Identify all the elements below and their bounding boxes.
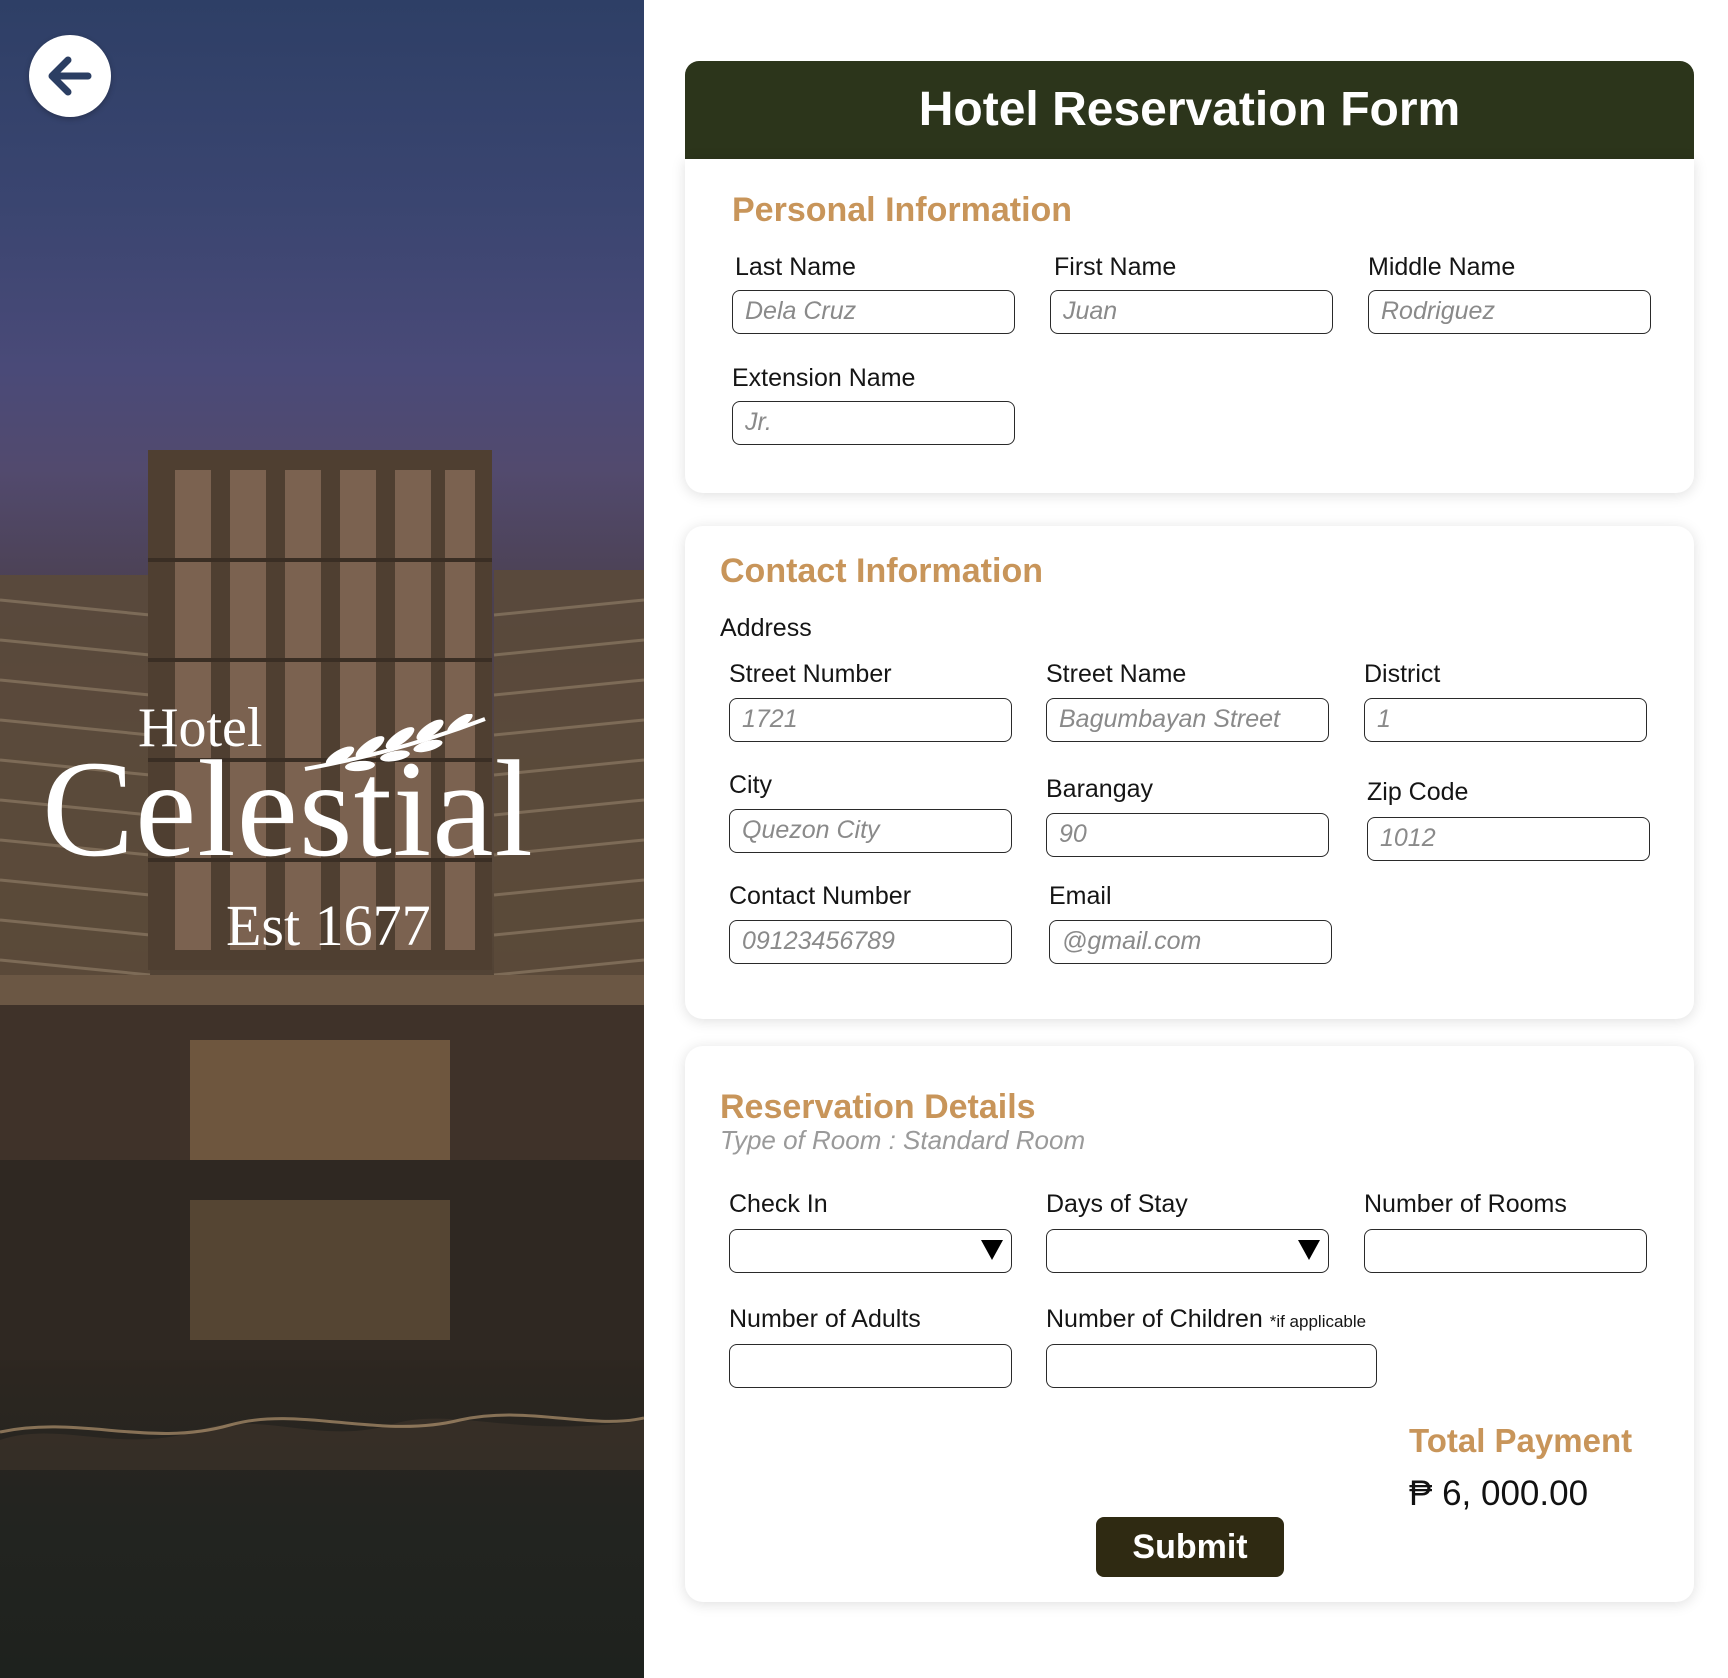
email-field[interactable]: @gmail.com xyxy=(1049,920,1332,964)
street-name-label: Street Name xyxy=(1046,660,1187,688)
first-name-field[interactable]: Juan xyxy=(1050,290,1333,334)
city-label: City xyxy=(729,771,773,799)
street-number-field[interactable]: 1721 xyxy=(729,698,1012,742)
middle-name-field[interactable]: Rodriguez xyxy=(1368,290,1651,334)
caret-down-icon xyxy=(981,1240,1003,1260)
total-payment-amount: ₱ 6, 000.00 xyxy=(1409,1474,1589,1513)
contact-information-title: Contact Information xyxy=(720,552,1043,590)
extension-name-field[interactable]: Jr. xyxy=(732,401,1015,445)
check-in-select[interactable] xyxy=(729,1229,1012,1273)
personal-information-title: Personal Information xyxy=(732,191,1073,229)
last-name-field[interactable]: Dela Cruz xyxy=(732,290,1015,334)
zip-code-label: Zip Code xyxy=(1367,778,1469,806)
hotel-hero-image: Hotel Celestial Est 1677 xyxy=(0,0,644,1678)
contact-number-label: Contact Number xyxy=(729,882,912,910)
extension-name-label: Extension Name xyxy=(732,364,916,392)
form-title: Hotel Reservation Form xyxy=(685,61,1694,159)
arrow-left-icon xyxy=(48,56,92,96)
middle-name-label: Middle Name xyxy=(1368,253,1516,281)
barangay-label: Barangay xyxy=(1046,775,1154,803)
street-name-field[interactable]: Bagumbayan Street xyxy=(1046,698,1329,742)
submit-button[interactable]: Submit xyxy=(1096,1517,1284,1577)
number-of-children-field[interactable] xyxy=(1046,1344,1377,1388)
days-of-stay-select[interactable] xyxy=(1046,1229,1329,1273)
number-of-adults-label: Number of Adults xyxy=(729,1305,921,1333)
check-in-label: Check In xyxy=(729,1190,828,1218)
number-of-adults-field[interactable] xyxy=(729,1344,1012,1388)
number-of-rooms-field[interactable] xyxy=(1364,1229,1647,1273)
barangay-field[interactable]: 90 xyxy=(1046,813,1329,857)
back-button[interactable] xyxy=(29,35,111,117)
contact-information-card: Contact Information Address Street Numbe… xyxy=(685,526,1694,1019)
caret-down-icon xyxy=(1298,1240,1320,1260)
room-type-text: Type of Room : Standard Room xyxy=(720,1125,1086,1155)
number-of-rooms-label: Number of Rooms xyxy=(1364,1190,1567,1218)
address-label: Address xyxy=(720,614,812,642)
number-of-children-label: Number of Children *if applicable xyxy=(1046,1305,1366,1334)
reservation-details-card: Reservation Details Type of Room : Stand… xyxy=(685,1046,1694,1602)
reservation-details-title: Reservation Details xyxy=(720,1088,1036,1126)
district-field[interactable]: 1 xyxy=(1364,698,1647,742)
zip-code-field[interactable]: 1012 xyxy=(1367,817,1650,861)
number-of-children-label-text: Number of Children xyxy=(1046,1305,1263,1333)
contact-number-field[interactable]: 09123456789 xyxy=(729,920,1012,964)
personal-information-card: Personal Information Last Name Dela Cruz… xyxy=(685,159,1694,493)
district-label: District xyxy=(1364,660,1441,688)
city-field[interactable]: Quezon City xyxy=(729,809,1012,853)
street-number-label: Street Number xyxy=(729,660,892,688)
logo-celestial-text: Celestial xyxy=(42,732,534,885)
last-name-label: Last Name xyxy=(735,253,856,281)
total-payment-label: Total Payment xyxy=(1409,1422,1633,1459)
if-applicable-note: *if applicable xyxy=(1269,1312,1367,1331)
first-name-label: First Name xyxy=(1054,253,1177,281)
days-of-stay-label: Days of Stay xyxy=(1046,1190,1188,1218)
email-label: Email xyxy=(1049,882,1112,910)
logo-established-text: Est 1677 xyxy=(226,893,431,958)
